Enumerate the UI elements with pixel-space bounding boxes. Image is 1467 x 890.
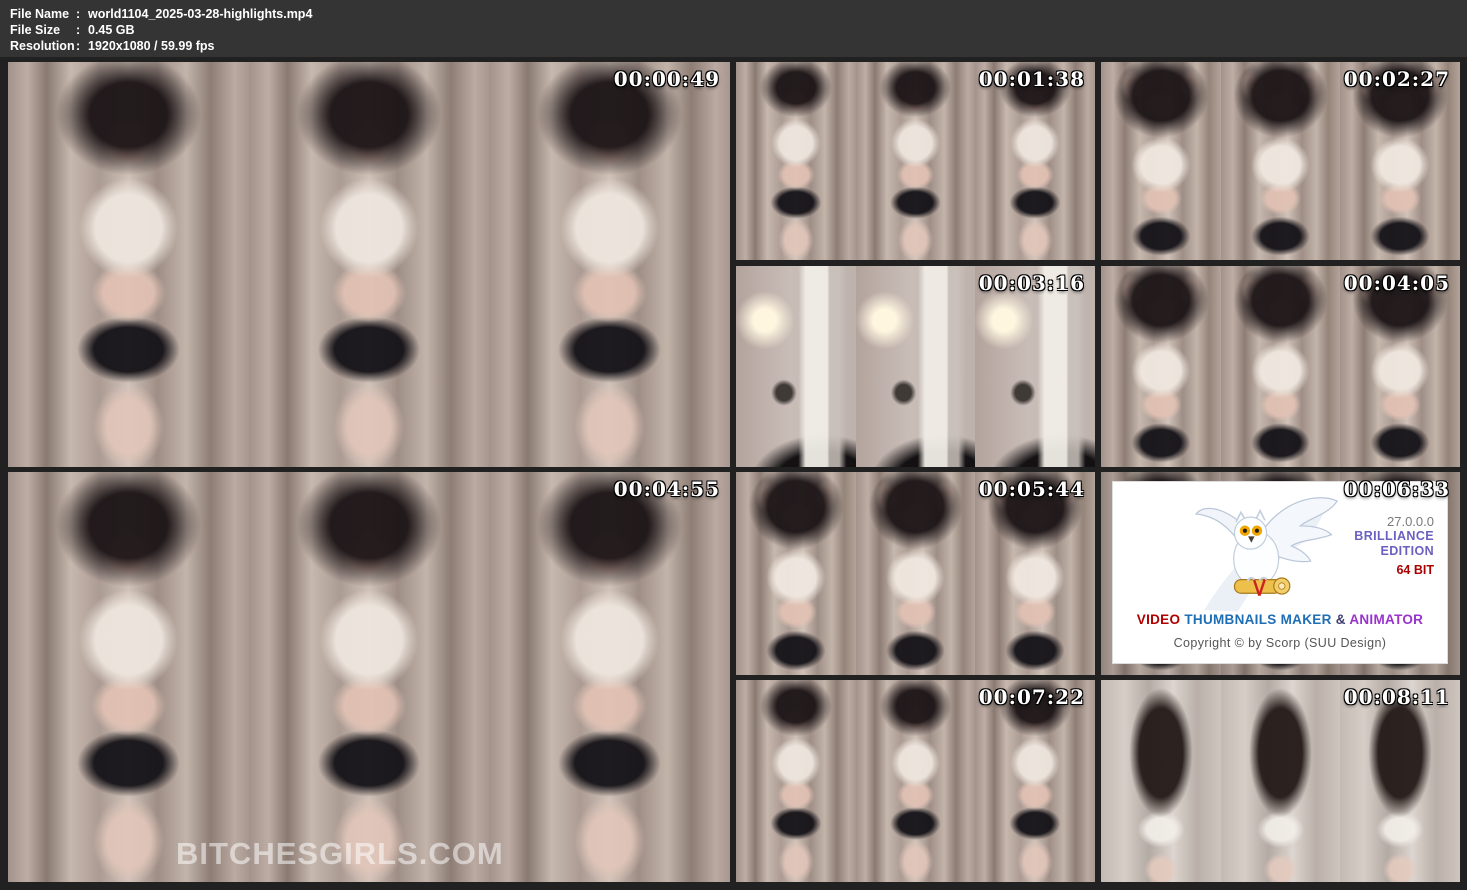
thumbnail-cell: 00:08:11 bbox=[1101, 680, 1460, 882]
file-size-label: File Size bbox=[10, 22, 76, 38]
contact-sheet: { "header": { "file_name_label": "File N… bbox=[0, 0, 1467, 890]
video-frame-placeholder bbox=[8, 472, 730, 882]
timestamp-overlay: 00:04:55 bbox=[614, 477, 720, 501]
frame-panel bbox=[1221, 62, 1341, 260]
separator: : bbox=[76, 22, 88, 38]
file-info-header: File Name:world1104_2025-03-28-highlight… bbox=[0, 0, 1467, 57]
frame-panel bbox=[1340, 680, 1460, 882]
edition-line1: BRILLIANCE bbox=[1354, 529, 1434, 544]
frame-panel bbox=[736, 266, 856, 467]
frame-panel bbox=[1221, 266, 1341, 467]
video-frame-placeholder bbox=[1101, 62, 1460, 260]
video-frame-placeholder bbox=[736, 680, 1095, 882]
frame-panel bbox=[1101, 62, 1221, 260]
file-name-label: File Name bbox=[10, 6, 76, 22]
frame-panel bbox=[856, 680, 976, 882]
frame-panel bbox=[1340, 62, 1460, 260]
file-size-value: 0.45 GB bbox=[88, 23, 135, 37]
product-maker: THUMBNAILS MAKER bbox=[1184, 612, 1331, 627]
timestamp-overlay: 00:01:38 bbox=[979, 67, 1085, 91]
thumbnail-cell: 00:04:05 bbox=[1101, 266, 1460, 467]
frame-panel bbox=[736, 62, 856, 260]
video-frame-placeholder bbox=[1101, 680, 1460, 882]
watermark-text: BITCHESGIRLS.COM bbox=[176, 836, 504, 872]
timestamp-overlay: 00:06:33 bbox=[1344, 477, 1450, 501]
frame-panel bbox=[856, 472, 976, 675]
resolution-value: 1920x1080 / 59.99 fps bbox=[88, 39, 215, 53]
thumbnail-cell: 00:01:38 bbox=[736, 62, 1095, 260]
frame-panel bbox=[856, 266, 976, 467]
frame-panel bbox=[489, 472, 730, 882]
timestamp-overlay: 00:03:16 bbox=[979, 271, 1085, 295]
product-animator: ANIMATOR bbox=[1349, 612, 1423, 627]
frame-panel bbox=[8, 62, 249, 467]
timestamp-overlay: 00:07:22 bbox=[979, 685, 1085, 709]
resolution-row: Resolution:1920x1080 / 59.99 fps bbox=[10, 38, 1467, 54]
thumbnail-cell: 00:04:55 BITCHESGIRLS.COM bbox=[8, 472, 730, 882]
timestamp-overlay: 00:05:44 bbox=[979, 477, 1085, 501]
frame-panel bbox=[736, 680, 856, 882]
separator: : bbox=[76, 38, 88, 54]
video-frame-placeholder bbox=[736, 62, 1095, 260]
product-ampersand: & bbox=[1336, 612, 1346, 627]
frame-panel bbox=[1101, 680, 1221, 882]
version-number: 27.0.0.0 bbox=[1354, 514, 1434, 529]
copyright-text: Copyright © by Scorp (SUU Design) bbox=[1113, 636, 1447, 650]
thumbnail-cell: 00:02:27 bbox=[1101, 62, 1460, 260]
frame-panel bbox=[1101, 266, 1221, 467]
thumbnail-cell: 00:00:49 bbox=[8, 62, 730, 467]
frame-panel bbox=[975, 472, 1095, 675]
frame-panel bbox=[736, 472, 856, 675]
thumbnail-cell: 00:03:16 bbox=[736, 266, 1095, 467]
resolution-label: Resolution bbox=[10, 38, 76, 54]
owl-logo-icon bbox=[1180, 487, 1340, 621]
frame-panel bbox=[249, 62, 490, 467]
file-size-row: File Size:0.45 GB bbox=[10, 22, 1467, 38]
timestamp-overlay: 00:00:49 bbox=[614, 67, 720, 91]
thumbnail-cell-logo: 27.0.0.0 BRILLIANCE EDITION 64 BIT VIDEO… bbox=[1101, 472, 1460, 675]
bitness-text: 64 BIT bbox=[1354, 563, 1434, 578]
vtm-logo-panel: 27.0.0.0 BRILLIANCE EDITION 64 BIT VIDEO… bbox=[1112, 481, 1448, 664]
frame-panel bbox=[975, 266, 1095, 467]
version-block: 27.0.0.0 BRILLIANCE EDITION 64 BIT bbox=[1354, 514, 1434, 578]
separator: : bbox=[76, 6, 88, 22]
file-name-row: File Name:world1104_2025-03-28-highlight… bbox=[10, 6, 1467, 22]
frame-panel bbox=[489, 62, 730, 467]
video-frame-placeholder bbox=[736, 266, 1095, 467]
video-frame-placeholder bbox=[736, 472, 1095, 675]
file-name-value: world1104_2025-03-28-highlights.mp4 bbox=[88, 7, 312, 21]
frame-panel bbox=[8, 472, 249, 882]
video-frame-placeholder bbox=[1101, 266, 1460, 467]
frame-panel bbox=[249, 472, 490, 882]
thumbnail-cell: 00:07:22 bbox=[736, 680, 1095, 882]
timestamp-overlay: 00:02:27 bbox=[1344, 67, 1450, 91]
product-video: VIDEO bbox=[1137, 612, 1181, 627]
timestamp-overlay: 00:08:11 bbox=[1344, 685, 1450, 709]
product-title: VIDEO THUMBNAILS MAKER & ANIMATOR bbox=[1113, 612, 1447, 627]
frame-panel bbox=[975, 680, 1095, 882]
timestamp-overlay: 00:04:05 bbox=[1344, 271, 1450, 295]
frame-panel bbox=[975, 62, 1095, 260]
frame-panel bbox=[1340, 266, 1460, 467]
edition-line2: EDITION bbox=[1354, 544, 1434, 559]
frame-panel bbox=[856, 62, 976, 260]
frame-panel bbox=[1221, 680, 1341, 882]
video-frame-placeholder bbox=[8, 62, 730, 467]
thumbnail-cell: 00:05:44 bbox=[736, 472, 1095, 675]
